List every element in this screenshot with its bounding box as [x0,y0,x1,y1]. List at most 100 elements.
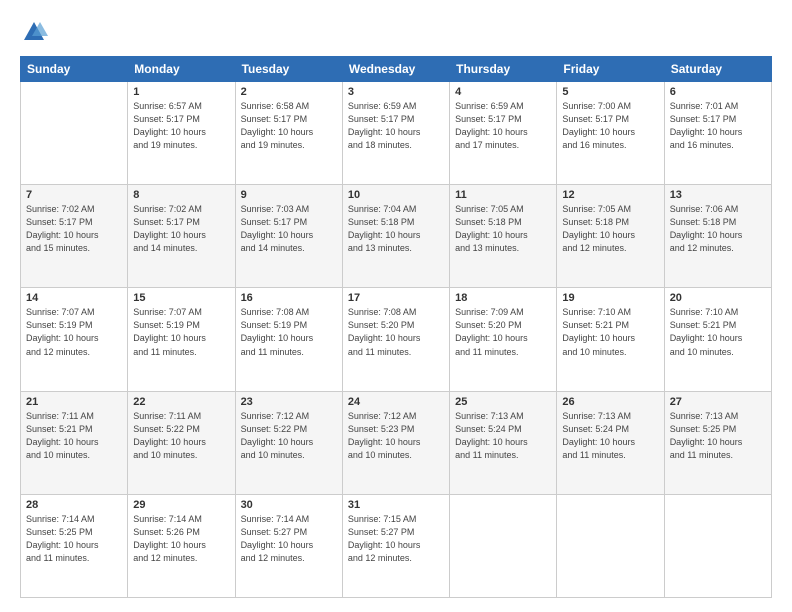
day-info: Sunrise: 7:04 AM Sunset: 5:18 PM Dayligh… [348,203,444,255]
weekday-header-friday: Friday [557,57,664,82]
day-info: Sunrise: 6:57 AM Sunset: 5:17 PM Dayligh… [133,100,229,152]
calendar-cell: 21 Sunrise: 7:11 AM Sunset: 5:21 PM Dayli… [21,391,128,494]
day-number: 5 [562,86,658,98]
day-info: Sunrise: 7:11 AM Sunset: 5:22 PM Dayligh… [133,410,229,462]
day-info: Sunrise: 7:14 AM Sunset: 5:27 PM Dayligh… [241,513,337,565]
weekday-header-wednesday: Wednesday [342,57,449,82]
day-info: Sunrise: 7:07 AM Sunset: 5:19 PM Dayligh… [133,306,229,358]
day-number: 4 [455,86,551,98]
day-number: 22 [133,396,229,408]
calendar-cell: 23Sunrise: 7:12 AM Sunset: 5:22 PM Dayli… [235,391,342,494]
calendar-cell: 12 Sunrise: 7:05 AM Sunset: 5:18 PM Dayli… [557,185,664,288]
day-number: 27 [670,396,766,408]
logo-icon [20,18,48,46]
calendar-cell: 27Sunrise: 7:13 AM Sunset: 5:25 PM Dayli… [664,391,771,494]
day-number: 1 [133,86,229,98]
day-info: Sunrise: 7:03 AM Sunset: 5:17 PM Dayligh… [241,203,337,255]
calendar-cell: 24 Sunrise: 7:12 AM Sunset: 5:23 PM Dayli… [342,391,449,494]
calendar-cell: 28Sunrise: 7:14 AM Sunset: 5:25 PM Dayli… [21,494,128,597]
calendar-cell: 13Sunrise: 7:06 AM Sunset: 5:18 PM Dayli… [664,185,771,288]
day-info: Sunrise: 7:00 AM Sunset: 5:17 PM Dayligh… [562,100,658,152]
weekday-header-row: SundayMondayTuesdayWednesdayThursdayFrid… [21,57,772,82]
day-number: 24 [348,396,444,408]
calendar-cell: 22 Sunrise: 7:11 AM Sunset: 5:22 PM Dayli… [128,391,235,494]
day-info: Sunrise: 7:05 AM Sunset: 5:18 PM Dayligh… [455,203,551,255]
calendar-cell: 7 Sunrise: 7:02 AM Sunset: 5:17 PM Daylig… [21,185,128,288]
calendar-table: SundayMondayTuesdayWednesdayThursdayFrid… [20,56,772,598]
day-number: 8 [133,189,229,201]
calendar-cell: 26 Sunrise: 7:13 AM Sunset: 5:24 PM Dayli… [557,391,664,494]
day-number: 25 [455,396,551,408]
calendar-cell [664,494,771,597]
calendar-cell [21,82,128,185]
day-number: 11 [455,189,551,201]
calendar-cell [557,494,664,597]
calendar-cell: 4 Sunrise: 6:59 AM Sunset: 5:17 PM Daylig… [450,82,557,185]
day-number: 19 [562,292,658,304]
weekday-header-sunday: Sunday [21,57,128,82]
calendar-cell: 3 Sunrise: 6:59 AM Sunset: 5:17 PM Daylig… [342,82,449,185]
calendar-cell: 16 Sunrise: 7:08 AM Sunset: 5:19 PM Dayli… [235,288,342,391]
calendar-cell: 15 Sunrise: 7:07 AM Sunset: 5:19 PM Dayli… [128,288,235,391]
day-number: 18 [455,292,551,304]
calendar-cell: 5 Sunrise: 7:00 AM Sunset: 5:17 PM Daylig… [557,82,664,185]
calendar-cell: 29 Sunrise: 7:14 AM Sunset: 5:26 PM Dayli… [128,494,235,597]
calendar-cell: 31Sunrise: 7:15 AM Sunset: 5:27 PM Dayli… [342,494,449,597]
day-number: 12 [562,189,658,201]
calendar-cell: 6 Sunrise: 7:01 AM Sunset: 5:17 PM Daylig… [664,82,771,185]
calendar-cell: 2 Sunrise: 6:58 AM Sunset: 5:17 PM Daylig… [235,82,342,185]
day-number: 21 [26,396,122,408]
day-info: Sunrise: 7:10 AM Sunset: 5:21 PM Dayligh… [670,306,766,358]
day-info: Sunrise: 6:58 AM Sunset: 5:17 PM Dayligh… [241,100,337,152]
day-info: Sunrise: 7:12 AM Sunset: 5:22 PM Dayligh… [241,410,337,462]
day-info: Sunrise: 7:02 AM Sunset: 5:17 PM Dayligh… [133,203,229,255]
calendar-cell: 8 Sunrise: 7:02 AM Sunset: 5:17 PM Daylig… [128,185,235,288]
weekday-header-tuesday: Tuesday [235,57,342,82]
day-number: 15 [133,292,229,304]
day-number: 3 [348,86,444,98]
calendar-cell: 25Sunrise: 7:13 AM Sunset: 5:24 PM Dayli… [450,391,557,494]
calendar-cell: 9 Sunrise: 7:03 AM Sunset: 5:17 PM Daylig… [235,185,342,288]
weekday-header-saturday: Saturday [664,57,771,82]
day-info: Sunrise: 6:59 AM Sunset: 5:17 PM Dayligh… [348,100,444,152]
calendar-cell [450,494,557,597]
day-info: Sunrise: 7:07 AM Sunset: 5:19 PM Dayligh… [26,306,122,358]
calendar-week-row: 7 Sunrise: 7:02 AM Sunset: 5:17 PM Daylig… [21,185,772,288]
day-info: Sunrise: 6:59 AM Sunset: 5:17 PM Dayligh… [455,100,551,152]
logo [20,18,52,46]
day-number: 6 [670,86,766,98]
day-number: 20 [670,292,766,304]
calendar-cell: 1 Sunrise: 6:57 AM Sunset: 5:17 PM Daylig… [128,82,235,185]
day-info: Sunrise: 7:11 AM Sunset: 5:21 PM Dayligh… [26,410,122,462]
day-info: Sunrise: 7:14 AM Sunset: 5:26 PM Dayligh… [133,513,229,565]
calendar-cell: 10 Sunrise: 7:04 AM Sunset: 5:18 PM Dayli… [342,185,449,288]
day-number: 2 [241,86,337,98]
day-number: 16 [241,292,337,304]
day-info: Sunrise: 7:12 AM Sunset: 5:23 PM Dayligh… [348,410,444,462]
day-info: Sunrise: 7:05 AM Sunset: 5:18 PM Dayligh… [562,203,658,255]
calendar-week-row: 1 Sunrise: 6:57 AM Sunset: 5:17 PM Daylig… [21,82,772,185]
page: SundayMondayTuesdayWednesdayThursdayFrid… [0,0,792,612]
day-number: 10 [348,189,444,201]
calendar-cell: 11 Sunrise: 7:05 AM Sunset: 5:18 PM Dayli… [450,185,557,288]
calendar-cell: 20 Sunrise: 7:10 AM Sunset: 5:21 PM Dayli… [664,288,771,391]
day-number: 9 [241,189,337,201]
day-number: 26 [562,396,658,408]
day-info: Sunrise: 7:15 AM Sunset: 5:27 PM Dayligh… [348,513,444,565]
day-number: 30 [241,499,337,511]
calendar-week-row: 21 Sunrise: 7:11 AM Sunset: 5:21 PM Dayli… [21,391,772,494]
calendar-cell: 19 Sunrise: 7:10 AM Sunset: 5:21 PM Dayli… [557,288,664,391]
day-info: Sunrise: 7:02 AM Sunset: 5:17 PM Dayligh… [26,203,122,255]
day-number: 7 [26,189,122,201]
day-info: Sunrise: 7:01 AM Sunset: 5:17 PM Dayligh… [670,100,766,152]
day-number: 17 [348,292,444,304]
calendar-cell: 17Sunrise: 7:08 AM Sunset: 5:20 PM Dayli… [342,288,449,391]
day-info: Sunrise: 7:10 AM Sunset: 5:21 PM Dayligh… [562,306,658,358]
calendar-week-row: 28Sunrise: 7:14 AM Sunset: 5:25 PM Dayli… [21,494,772,597]
day-number: 29 [133,499,229,511]
day-number: 14 [26,292,122,304]
calendar-cell: 14 Sunrise: 7:07 AM Sunset: 5:19 PM Dayli… [21,288,128,391]
day-info: Sunrise: 7:13 AM Sunset: 5:24 PM Dayligh… [562,410,658,462]
weekday-header-monday: Monday [128,57,235,82]
day-info: Sunrise: 7:08 AM Sunset: 5:19 PM Dayligh… [241,306,337,358]
